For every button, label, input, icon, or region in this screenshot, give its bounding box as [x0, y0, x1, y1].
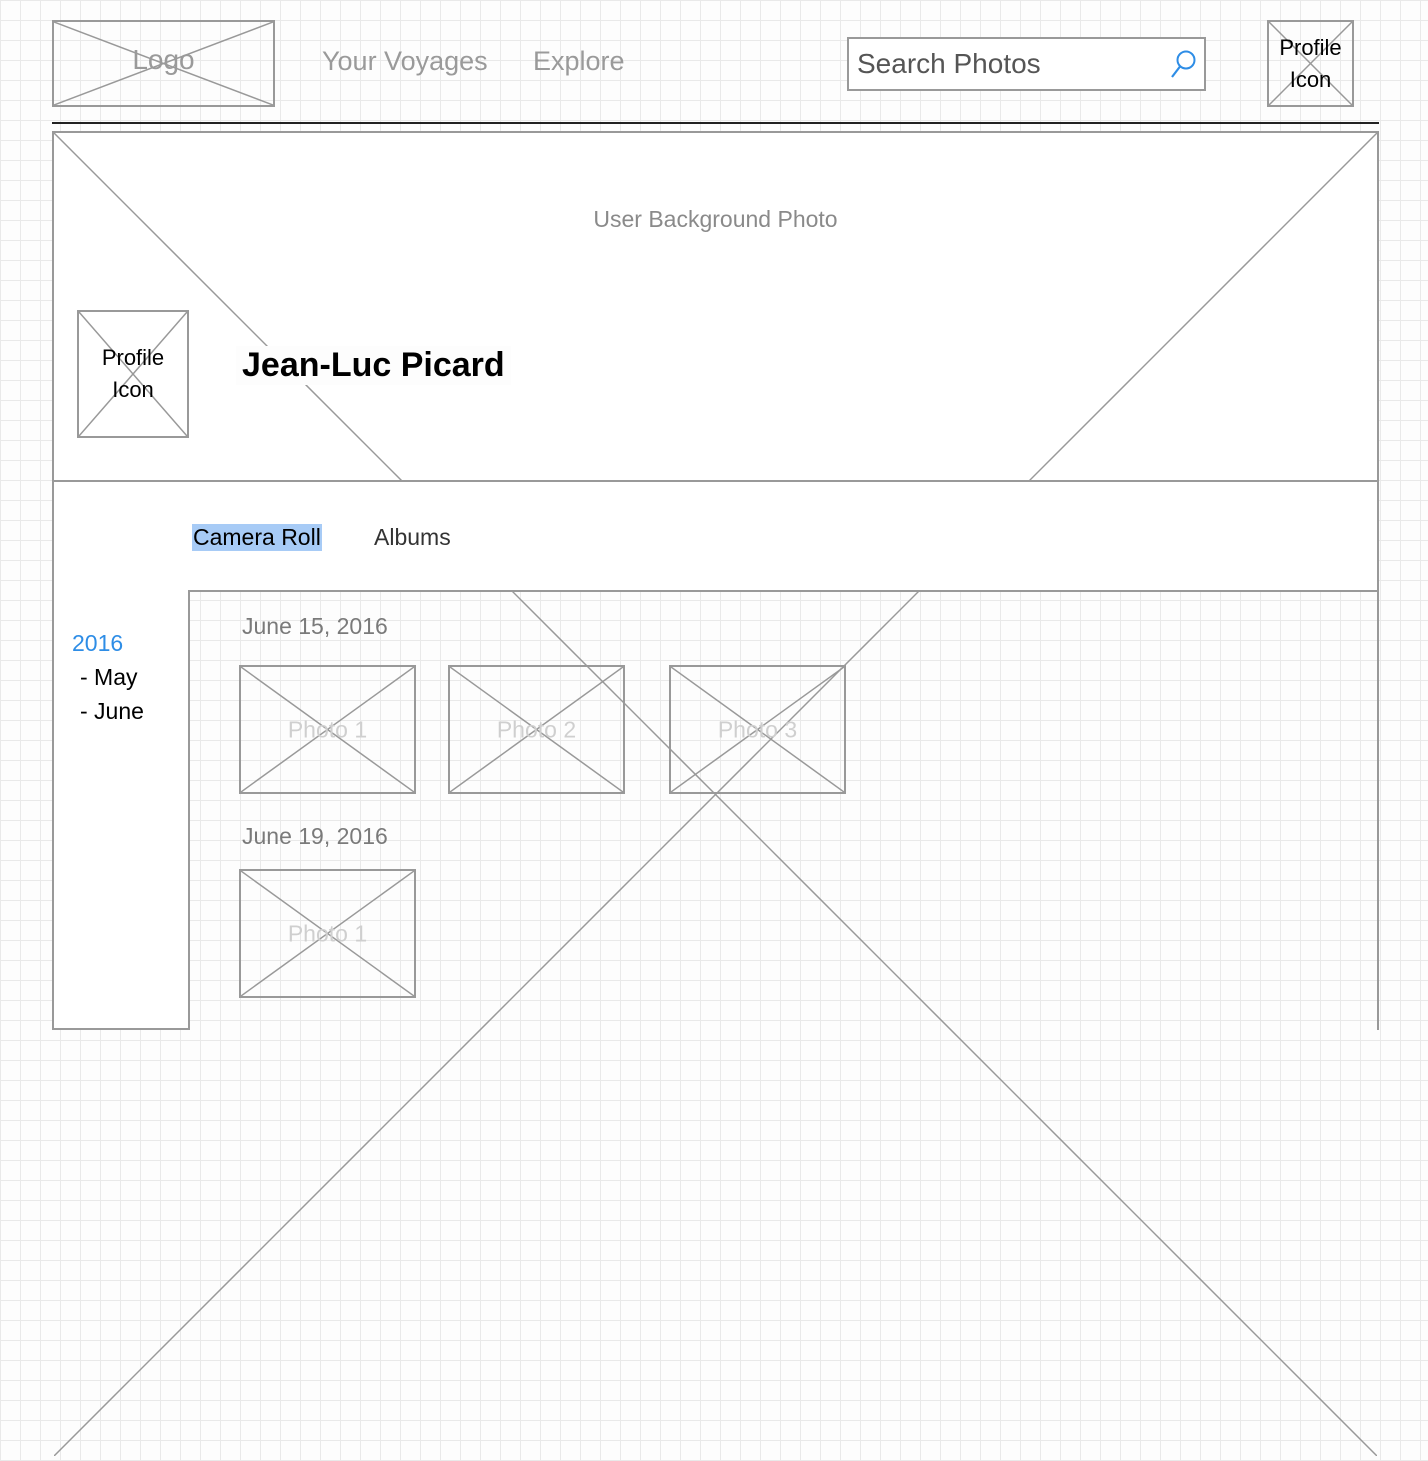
- header-profile-label-line2: Icon: [1289, 66, 1332, 92]
- search-box[interactable]: Search Photos: [847, 37, 1206, 91]
- nav-your-voyages[interactable]: Your Voyages: [322, 46, 488, 77]
- tab-bar: Camera Roll Albums: [52, 480, 1379, 592]
- header-divider: [52, 122, 1379, 124]
- content-right-border: [1377, 590, 1379, 1030]
- photo-label: Photo 3: [717, 716, 798, 742]
- date-heading: June 15, 2016: [242, 613, 388, 639]
- user-profile-label-line2: Icon: [112, 377, 154, 402]
- user-profile-label: Profile Icon: [79, 342, 187, 406]
- photo-label: Photo 1: [287, 716, 368, 742]
- photo-label: Photo 2: [496, 716, 577, 742]
- photo-thumbnail[interactable]: Photo 1: [239, 665, 416, 794]
- nav-explore[interactable]: Explore: [533, 46, 625, 77]
- sidebar-month-june[interactable]: - June: [80, 698, 144, 725]
- user-name: Jean-Luc Picard: [236, 346, 511, 385]
- logo-label: Logo: [132, 43, 195, 75]
- header-profile-label: Profile Icon: [1269, 32, 1352, 96]
- photo-label: Photo 1: [287, 920, 368, 946]
- sidebar: 2016 - May - June: [52, 590, 190, 1030]
- header-profile-icon[interactable]: Profile Icon: [1267, 20, 1354, 107]
- photo-thumbnail[interactable]: Photo 2: [448, 665, 625, 794]
- user-profile-icon[interactable]: Profile Icon: [77, 310, 189, 438]
- date-heading: June 19, 2016: [242, 823, 388, 849]
- background-photo-placeholder: User Background Photo: [52, 131, 1379, 482]
- user-profile-label-line1: Profile: [101, 345, 165, 370]
- photo-thumbnail[interactable]: Photo 1: [239, 869, 416, 998]
- photo-thumbnail[interactable]: Photo 3: [669, 665, 846, 794]
- sidebar-month-may[interactable]: - May: [80, 664, 138, 691]
- search-icon[interactable]: [1168, 48, 1198, 82]
- tab-albums[interactable]: Albums: [374, 524, 451, 551]
- background-photo-label: User Background Photo: [593, 206, 838, 232]
- logo-placeholder[interactable]: Logo: [52, 20, 275, 107]
- search-input[interactable]: Search Photos: [857, 48, 1041, 80]
- tab-camera-roll[interactable]: Camera Roll: [192, 524, 322, 551]
- header-profile-label-line1: Profile: [1279, 34, 1342, 60]
- sidebar-year-2016[interactable]: 2016: [72, 630, 123, 657]
